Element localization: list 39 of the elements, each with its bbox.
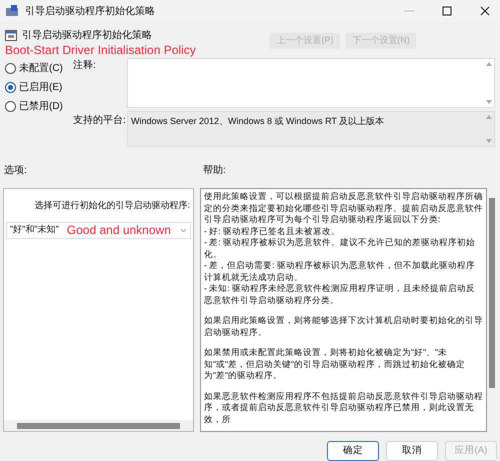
help-text: - 差: 驱动程序被标识为恶意软件。建议不允许已知的差驱动程序初始化。 xyxy=(204,237,476,260)
radio-label[interactable]: 已禁用(D) xyxy=(19,99,63,114)
dialog-button[interactable]: 确定 xyxy=(327,441,379,461)
radio-label[interactable]: 未配置(C) xyxy=(19,61,63,76)
comment-field[interactable] xyxy=(127,58,495,108)
scrollbar-thumb[interactable] xyxy=(17,422,180,428)
window-title: 引导启动驱动程序初始化策略 xyxy=(25,4,155,18)
options-label: 选项: xyxy=(4,164,28,178)
platform-text: Windows Server 2012、Windows 8 或 Windows RT 及以上版本 xyxy=(130,115,386,128)
annotation: Good and unknown xyxy=(66,222,171,239)
scroll-up-icon[interactable] xyxy=(486,115,492,119)
help-text: - 未知: 驱动程序未经恶意软件检测应用程序证明，且未经提前启动反恶意软件引导启动驱动程序分类。 xyxy=(204,283,476,306)
scrollbar-thumb[interactable] xyxy=(489,198,495,388)
policy-name: 引导启动驱动程序初始化策略 xyxy=(22,28,152,43)
platform-label: 支持的平台: xyxy=(73,114,127,128)
help-text: - 差，但启动需要: 驱动程序被标识为恶意软件，但不加载此驱动程序计算机就无法成功启动。 xyxy=(204,260,476,283)
scroll-down-icon[interactable] xyxy=(486,100,492,104)
maximize-icon[interactable] xyxy=(442,6,452,16)
help-text: 如果启用此策略设置，则将能够选择下次计算机启动时要初始化的引导启动驱动程序。 xyxy=(204,315,483,338)
help-label: 帮助: xyxy=(203,164,226,178)
policy-settings-icon xyxy=(5,30,17,41)
caret-icon xyxy=(181,228,186,232)
policy-icon xyxy=(6,5,19,17)
scroll-down-icon[interactable] xyxy=(486,139,492,143)
help-text: 如果禁用或未配置此策略设置，则将初始化被确定为"好"、"未知"或"差，但启动关键"的引导启动驱动程序，而跳过初始化被确定为"差"的驱动程序。 xyxy=(204,347,466,382)
help-text: 使用此策略设置，可以根据提前启动反恶意软件引导启动驱动程序所确定的分类来指定要初始化哪些引导启动驱动程序。提前启动反恶意软件引导启动驱动程序可为每个引导启动驱动程序返回以下分类: xyxy=(204,191,483,226)
dropdown[interactable]: "好"和"未知" Good and unknown xyxy=(6,222,191,238)
radio-label[interactable]: 已启用(E) xyxy=(19,80,62,95)
radio-button[interactable] xyxy=(5,63,16,74)
radio-button[interactable] xyxy=(5,101,16,112)
scroll-up-icon[interactable] xyxy=(486,62,492,66)
radio-button[interactable] xyxy=(5,82,16,93)
close-icon[interactable] xyxy=(480,6,490,16)
annotation: Boot-Start Driver Initialisation Policy xyxy=(5,43,197,57)
dialog-button[interactable]: 取消 xyxy=(386,441,438,461)
comment-label: 注释: xyxy=(73,58,97,73)
options-prompt: 选择可进行初始化的引导启动驱动程序: xyxy=(34,199,190,212)
help-text: - 好: 驱动程序已签名且未被篡改。 xyxy=(204,226,341,237)
help-text: 如果恶意软件检测应用程序不包括提前启动反恶意软件引导启动驱动程序，或者提前启动反恶意软件引导启动驱动程序已禁用，则此设置无效，所 xyxy=(204,390,483,425)
